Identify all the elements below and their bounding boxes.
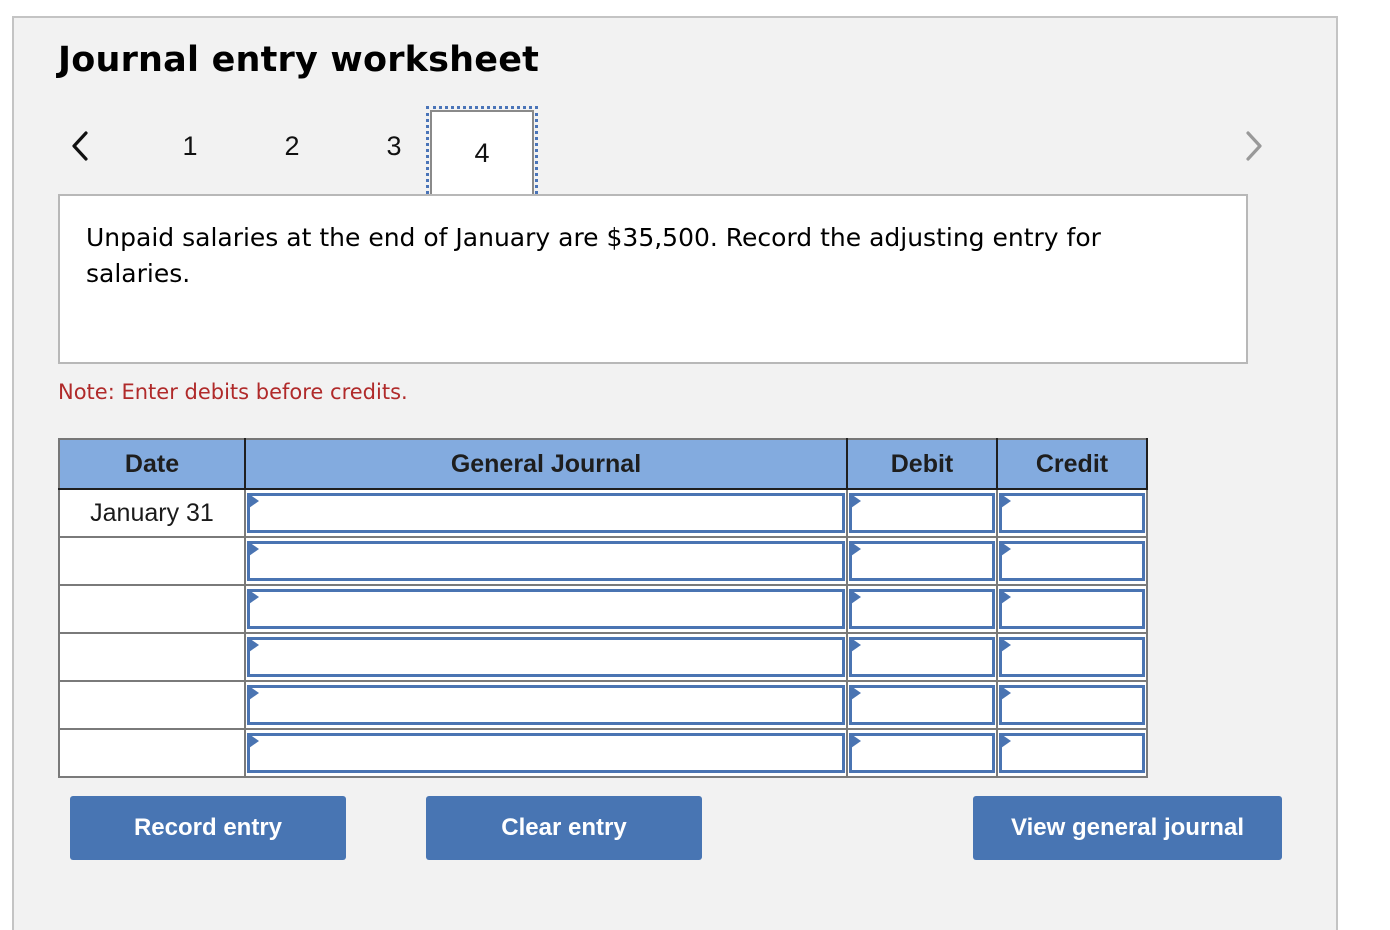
step-2[interactable]: 2: [272, 126, 312, 166]
question-text: Unpaid salaries at the end of January ar…: [86, 223, 1101, 288]
table-row: [58, 584, 1148, 634]
debit-input[interactable]: [849, 637, 995, 677]
debit-input[interactable]: [849, 685, 995, 725]
credit-input[interactable]: [999, 589, 1145, 629]
cell-marker-icon: [1001, 542, 1011, 556]
account-cell: [244, 584, 848, 634]
table-row: January 31: [58, 488, 1148, 538]
debit-cell: [846, 680, 998, 730]
account-cell: [244, 632, 848, 682]
header-debit: Debit: [846, 438, 998, 490]
question-box: Unpaid salaries at the end of January ar…: [58, 194, 1248, 364]
step-4-active[interactable]: 4: [426, 106, 538, 200]
credit-input[interactable]: [999, 541, 1145, 581]
previous-button[interactable]: [64, 128, 94, 164]
debit-input[interactable]: [849, 541, 995, 581]
account-cell: [244, 680, 848, 730]
credit-input[interactable]: [999, 493, 1145, 533]
table-row: [58, 680, 1148, 730]
cell-marker-icon: [249, 686, 259, 700]
header-general-journal: General Journal: [244, 438, 848, 490]
clear-entry-button[interactable]: Clear entry: [426, 796, 702, 860]
debit-input[interactable]: [849, 589, 995, 629]
credit-input[interactable]: [999, 637, 1145, 677]
debit-input[interactable]: [849, 733, 995, 773]
credit-cell: [996, 584, 1148, 634]
account-input[interactable]: [247, 733, 845, 773]
cell-marker-icon: [249, 542, 259, 556]
cell-marker-icon: [851, 734, 861, 748]
credit-cell: [996, 536, 1148, 586]
debit-cell: [846, 584, 998, 634]
account-cell: [244, 536, 848, 586]
table-row: [58, 536, 1148, 586]
chevron-left-icon: [72, 131, 88, 161]
next-button[interactable]: [1240, 128, 1270, 164]
account-input[interactable]: [247, 685, 845, 725]
account-cell: [244, 488, 848, 538]
debit-cell: [846, 488, 998, 538]
cell-marker-icon: [851, 542, 861, 556]
date-cell: [58, 728, 246, 778]
cell-marker-icon: [1001, 734, 1011, 748]
table-row: [58, 728, 1148, 778]
header-credit: Credit: [996, 438, 1148, 490]
header-date: Date: [58, 438, 246, 490]
date-cell: [58, 632, 246, 682]
account-cell: [244, 728, 848, 778]
table-header-row: Date General Journal Debit Credit: [58, 438, 1148, 490]
cell-marker-icon: [851, 494, 861, 508]
debit-cell: [846, 728, 998, 778]
cell-marker-icon: [1001, 638, 1011, 652]
cell-marker-icon: [1001, 494, 1011, 508]
debit-cell: [846, 632, 998, 682]
cell-marker-icon: [249, 590, 259, 604]
cell-marker-icon: [249, 638, 259, 652]
table-row: [58, 632, 1148, 682]
cell-marker-icon: [851, 638, 861, 652]
step-1[interactable]: 1: [170, 126, 210, 166]
date-cell: [58, 536, 246, 586]
credit-input[interactable]: [999, 733, 1145, 773]
record-entry-button[interactable]: Record entry: [70, 796, 346, 860]
credit-cell: [996, 632, 1148, 682]
cell-marker-icon: [249, 734, 259, 748]
cell-marker-icon: [249, 494, 259, 508]
chevron-right-icon: [1246, 131, 1262, 161]
cell-marker-icon: [1001, 590, 1011, 604]
debit-input[interactable]: [849, 493, 995, 533]
view-general-journal-button[interactable]: View general journal: [973, 796, 1282, 860]
date-cell: January 31: [58, 488, 246, 538]
cell-marker-icon: [851, 590, 861, 604]
date-cell: [58, 584, 246, 634]
cell-marker-icon: [851, 686, 861, 700]
credit-cell: [996, 680, 1148, 730]
account-input[interactable]: [247, 589, 845, 629]
credit-input[interactable]: [999, 685, 1145, 725]
date-cell: [58, 680, 246, 730]
step-3[interactable]: 3: [374, 126, 414, 166]
debit-cell: [846, 536, 998, 586]
account-input[interactable]: [247, 493, 845, 533]
cell-marker-icon: [1001, 686, 1011, 700]
account-input[interactable]: [247, 541, 845, 581]
credit-cell: [996, 488, 1148, 538]
account-input[interactable]: [247, 637, 845, 677]
journal-entry-table: Date General Journal Debit Credit Januar…: [58, 438, 1148, 778]
credit-cell: [996, 728, 1148, 778]
note-text: Note: Enter debits before credits.: [58, 380, 408, 404]
page-title: Journal entry worksheet: [58, 40, 540, 80]
